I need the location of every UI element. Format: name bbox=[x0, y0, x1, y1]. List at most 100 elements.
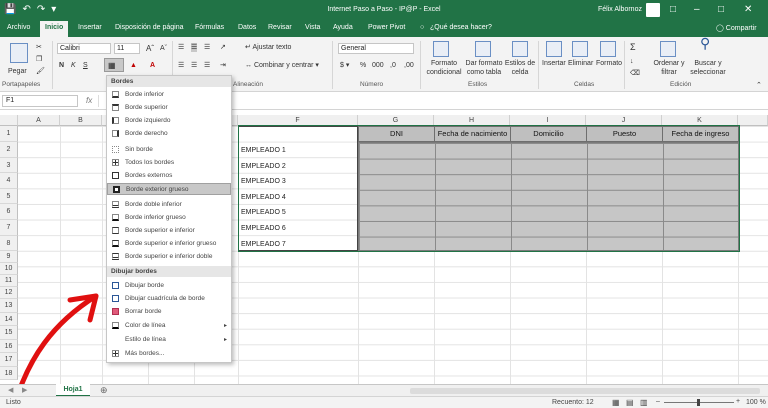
row-header[interactable]: 5 bbox=[0, 188, 18, 205]
select-all-corner[interactable] bbox=[0, 115, 18, 126]
menu-item-erase-border[interactable]: Borrar borde bbox=[107, 306, 231, 318]
autosum-icon[interactable]: Σ bbox=[630, 43, 636, 52]
menu-item-no-border[interactable]: Sin borde bbox=[107, 144, 231, 156]
row-header[interactable]: 6 bbox=[0, 204, 18, 220]
cut-icon[interactable]: ✂ bbox=[36, 43, 42, 52]
collapse-ribbon-icon[interactable]: ⌃ bbox=[756, 81, 762, 90]
align-center-icon[interactable]: ☰ bbox=[191, 61, 197, 70]
font-size-select[interactable]: 11 bbox=[114, 43, 140, 54]
table-header-cell[interactable]: Fecha de nacimiento bbox=[434, 126, 511, 142]
horizontal-scrollbar[interactable] bbox=[410, 388, 760, 394]
row-header[interactable]: 8 bbox=[0, 235, 18, 252]
fill-icon[interactable]: ↓ bbox=[630, 57, 634, 66]
menu-item-line-color[interactable]: Color de línea ▸ bbox=[107, 320, 231, 332]
bold-button[interactable]: N bbox=[59, 61, 64, 70]
cell-styles-icon[interactable] bbox=[512, 41, 528, 57]
column-header[interactable]: K bbox=[662, 115, 738, 126]
number-format-select[interactable]: General bbox=[338, 43, 414, 54]
share-button[interactable]: ◯ Compartir bbox=[716, 24, 757, 32]
avatar[interactable] bbox=[646, 3, 660, 17]
format-table-button[interactable]: Dar formato como tabla bbox=[464, 59, 504, 77]
normal-view-icon[interactable]: ▦ bbox=[612, 398, 620, 407]
align-right-icon[interactable]: ☰ bbox=[204, 61, 210, 70]
format-painter-icon[interactable]: 🖌 bbox=[36, 67, 45, 76]
zoom-slider-thumb[interactable] bbox=[697, 399, 700, 406]
percent-icon[interactable]: % bbox=[360, 61, 366, 70]
decimal-decrease-icon[interactable]: ,00 bbox=[404, 61, 414, 70]
table-header-cell[interactable]: Fecha de ingreso bbox=[662, 126, 739, 142]
fx-icon[interactable]: fx bbox=[86, 96, 92, 105]
row-header[interactable]: 9 bbox=[0, 251, 18, 264]
font-color-icon[interactable]: A bbox=[150, 61, 155, 70]
cell-styles-button[interactable]: Estilos de celda bbox=[504, 59, 536, 77]
column-header[interactable]: F bbox=[238, 115, 358, 126]
menu-item-line-style[interactable]: Estilo de línea ▸ bbox=[107, 334, 231, 346]
paste-label[interactable]: Pegar bbox=[8, 67, 27, 76]
conditional-format-icon[interactable] bbox=[433, 41, 449, 57]
scroll-right-icon[interactable]: ▶ bbox=[22, 386, 27, 394]
thousands-icon[interactable]: 000 bbox=[372, 61, 384, 70]
copy-icon[interactable]: ❐ bbox=[36, 55, 42, 64]
row-header[interactable]: 2 bbox=[0, 142, 18, 158]
decimal-increase-icon[interactable]: ,0 bbox=[390, 61, 396, 70]
tab-inicio[interactable]: Inicio bbox=[40, 21, 69, 37]
table-cell[interactable]: EMPLEADO 5 bbox=[241, 205, 286, 220]
insert-cells-icon[interactable] bbox=[546, 41, 562, 57]
sort-filter-icon[interactable] bbox=[660, 41, 676, 57]
column-header[interactable]: A bbox=[18, 115, 60, 126]
tab-vista[interactable]: Vista bbox=[305, 24, 320, 31]
table-header-cell[interactable]: Domicilio bbox=[510, 126, 587, 142]
page-break-icon[interactable]: ▥ bbox=[640, 398, 648, 407]
format-cells-icon[interactable] bbox=[600, 41, 616, 57]
tab-revisar[interactable]: Revisar bbox=[268, 24, 292, 31]
sort-filter-button[interactable]: Ordenar y filtrar bbox=[650, 59, 688, 77]
menu-item-top-thick-bottom-border[interactable]: Borde superior e inferior grueso bbox=[107, 238, 231, 250]
clear-icon[interactable]: ⌫ bbox=[630, 69, 640, 78]
zoom-out-icon[interactable]: – bbox=[656, 398, 660, 405]
name-box[interactable]: F1 bbox=[2, 95, 78, 107]
align-middle-icon[interactable]: ☰ bbox=[191, 43, 198, 52]
table-header-cell[interactable]: DNI bbox=[358, 126, 435, 142]
tab-ayuda[interactable]: Ayuda bbox=[333, 24, 353, 31]
column-header[interactable]: B bbox=[60, 115, 102, 126]
tab-power-pivot[interactable]: Power Pivot bbox=[368, 24, 405, 31]
table-cell[interactable]: EMPLEADO 7 bbox=[241, 237, 286, 252]
format-table-icon[interactable] bbox=[475, 41, 491, 57]
menu-item-left-border[interactable]: Borde izquierdo bbox=[107, 115, 231, 127]
menu-item-thick-outside-border[interactable]: Borde exterior grueso bbox=[107, 183, 231, 195]
tell-me-input[interactable]: ¿Qué desea hacer? bbox=[430, 24, 492, 31]
minimize-icon[interactable]: – bbox=[694, 3, 700, 17]
menu-item-right-border[interactable]: Borde derecho bbox=[107, 128, 231, 140]
conditional-format-button[interactable]: Formato condicional bbox=[424, 59, 464, 77]
menu-item-top-double-bottom-border[interactable]: Borde superior e inferior doble bbox=[107, 251, 231, 263]
table-cell[interactable]: EMPLEADO 2 bbox=[241, 159, 286, 174]
table-cell[interactable]: EMPLEADO 6 bbox=[241, 221, 286, 236]
ribbon-options-icon[interactable]: □ bbox=[670, 3, 676, 17]
row-header[interactable]: 4 bbox=[0, 173, 18, 189]
shrink-font-icon[interactable]: Aˇ bbox=[160, 44, 167, 53]
column-header[interactable]: J bbox=[586, 115, 662, 126]
menu-item-thick-bottom-border[interactable]: Borde inferior grueso bbox=[107, 212, 231, 224]
row-header[interactable]: 1 bbox=[0, 126, 18, 142]
align-bottom-icon[interactable]: ☰ bbox=[204, 43, 210, 52]
font-name-select[interactable]: Calibri bbox=[57, 43, 111, 54]
column-header[interactable]: I bbox=[510, 115, 586, 126]
borders-button[interactable]: ▦ bbox=[104, 58, 124, 72]
find-select-icon[interactable]: ⚲ bbox=[700, 36, 710, 50]
table-cell[interactable]: EMPLEADO 4 bbox=[241, 190, 286, 205]
tab-datos[interactable]: Datos bbox=[238, 24, 256, 31]
orientation-icon[interactable]: ↗ bbox=[220, 43, 226, 52]
align-top-icon[interactable]: ☰ bbox=[178, 43, 184, 52]
indent-icon[interactable]: ⇥ bbox=[220, 61, 226, 70]
menu-item-draw-border[interactable]: Dibujar borde bbox=[107, 280, 231, 292]
menu-item-bottom-border[interactable]: Borde inferior bbox=[107, 89, 231, 101]
table-header-cell[interactable]: Puesto bbox=[586, 126, 663, 142]
maximize-icon[interactable]: □ bbox=[718, 3, 724, 17]
row-header[interactable]: 7 bbox=[0, 220, 18, 236]
fill-color-icon[interactable]: ▲ bbox=[130, 61, 137, 70]
page-layout-icon[interactable]: ▤ bbox=[626, 398, 634, 407]
scroll-left-icon[interactable]: ◀ bbox=[8, 386, 13, 394]
zoom-in-icon[interactable]: + bbox=[736, 398, 740, 405]
add-sheet-icon[interactable]: ⊕ bbox=[100, 385, 108, 396]
insert-cells-button[interactable]: Insertar bbox=[542, 59, 566, 68]
